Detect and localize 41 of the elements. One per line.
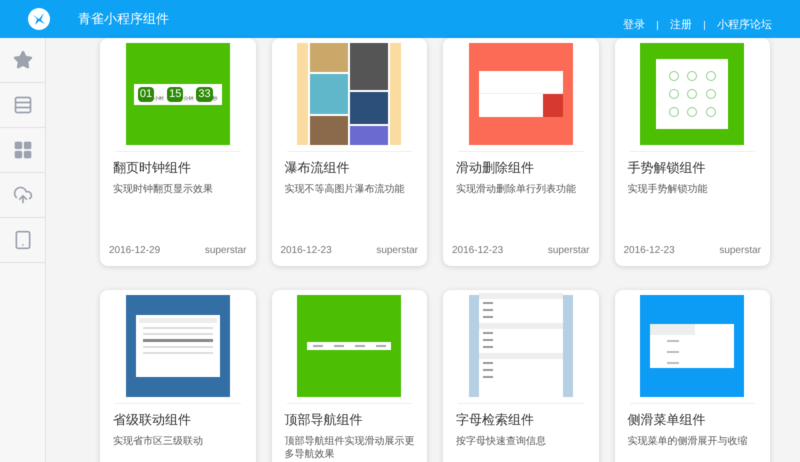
card-description: 实现不等高图片瀑布流功能 xyxy=(284,182,406,196)
component-card[interactable]: 侧滑菜单组件 实现菜单的侧滑展开与收缩 xyxy=(614,290,770,462)
component-card[interactable]: 手势解锁组件 实现手势解锁功能 2016-12-23 superstar xyxy=(614,38,770,266)
card-author: superstar xyxy=(376,244,418,258)
card-title: 字母检索组件 xyxy=(456,411,535,429)
card-date: 2016-12-23 xyxy=(624,244,675,258)
card-title: 省级联动组件 xyxy=(113,411,192,429)
card-title: 手势解锁组件 xyxy=(628,159,706,177)
clock-digit: 33 xyxy=(196,86,213,102)
star-icon[interactable] xyxy=(12,50,32,70)
clock-digit: 15 xyxy=(167,86,184,102)
card-description: 按字母快速查询信息 xyxy=(456,434,547,448)
card-author: superstar xyxy=(719,244,761,258)
card-date: 2016-12-29 xyxy=(109,244,160,258)
component-card[interactable]: 省级联动组件 实现省市区三级联动 xyxy=(100,290,256,462)
card-title: 滑动删除组件 xyxy=(456,159,535,177)
component-card[interactable]: 字母检索组件 按字母快速查询信息 xyxy=(443,290,598,462)
card-description: 实现时钟翻页显示效果 xyxy=(113,182,214,196)
card-date: 2016-12-23 xyxy=(280,244,332,258)
card-date: 2016-12-23 xyxy=(452,244,504,258)
card-title: 瀑布流组件 xyxy=(284,159,350,177)
grid-icon[interactable] xyxy=(12,140,32,160)
card-title: 侧滑菜单组件 xyxy=(628,411,706,429)
app-title: 青雀小程序组件 xyxy=(78,10,169,28)
card-description: 顶部导航组件实现滑动展示更多导航效果 xyxy=(284,434,416,460)
component-card[interactable]: 瀑布流组件 实现不等高图片瀑布流功能 2016-12-23 superstar xyxy=(272,38,427,266)
card-title: 翻页时钟组件 xyxy=(113,159,192,177)
component-card[interactable]: 滑动删除组件 实现滑动删除单行列表功能 2016-12-23 superstar xyxy=(443,38,598,266)
card-description: 实现省市区三级联动 xyxy=(113,434,204,448)
card-author: superstar xyxy=(548,244,590,258)
card-description: 实现手势解锁功能 xyxy=(628,182,708,196)
card-title: 顶部导航组件 xyxy=(284,411,364,429)
tablet-icon[interactable] xyxy=(12,230,32,250)
clock-digit: 01 xyxy=(138,86,154,102)
card-description: 实现滑动删除单行列表功能 xyxy=(456,182,577,196)
component-card[interactable]: 顶部导航组件 顶部导航组件实现滑动展示更多导航效果 xyxy=(272,290,427,462)
upload-icon[interactable] xyxy=(12,185,32,205)
bird-logo-icon xyxy=(28,8,50,30)
card-author: superstar xyxy=(204,244,246,258)
list-icon[interactable] xyxy=(12,95,32,115)
card-description: 实现菜单的侧滑展开与收缩 xyxy=(628,434,748,448)
